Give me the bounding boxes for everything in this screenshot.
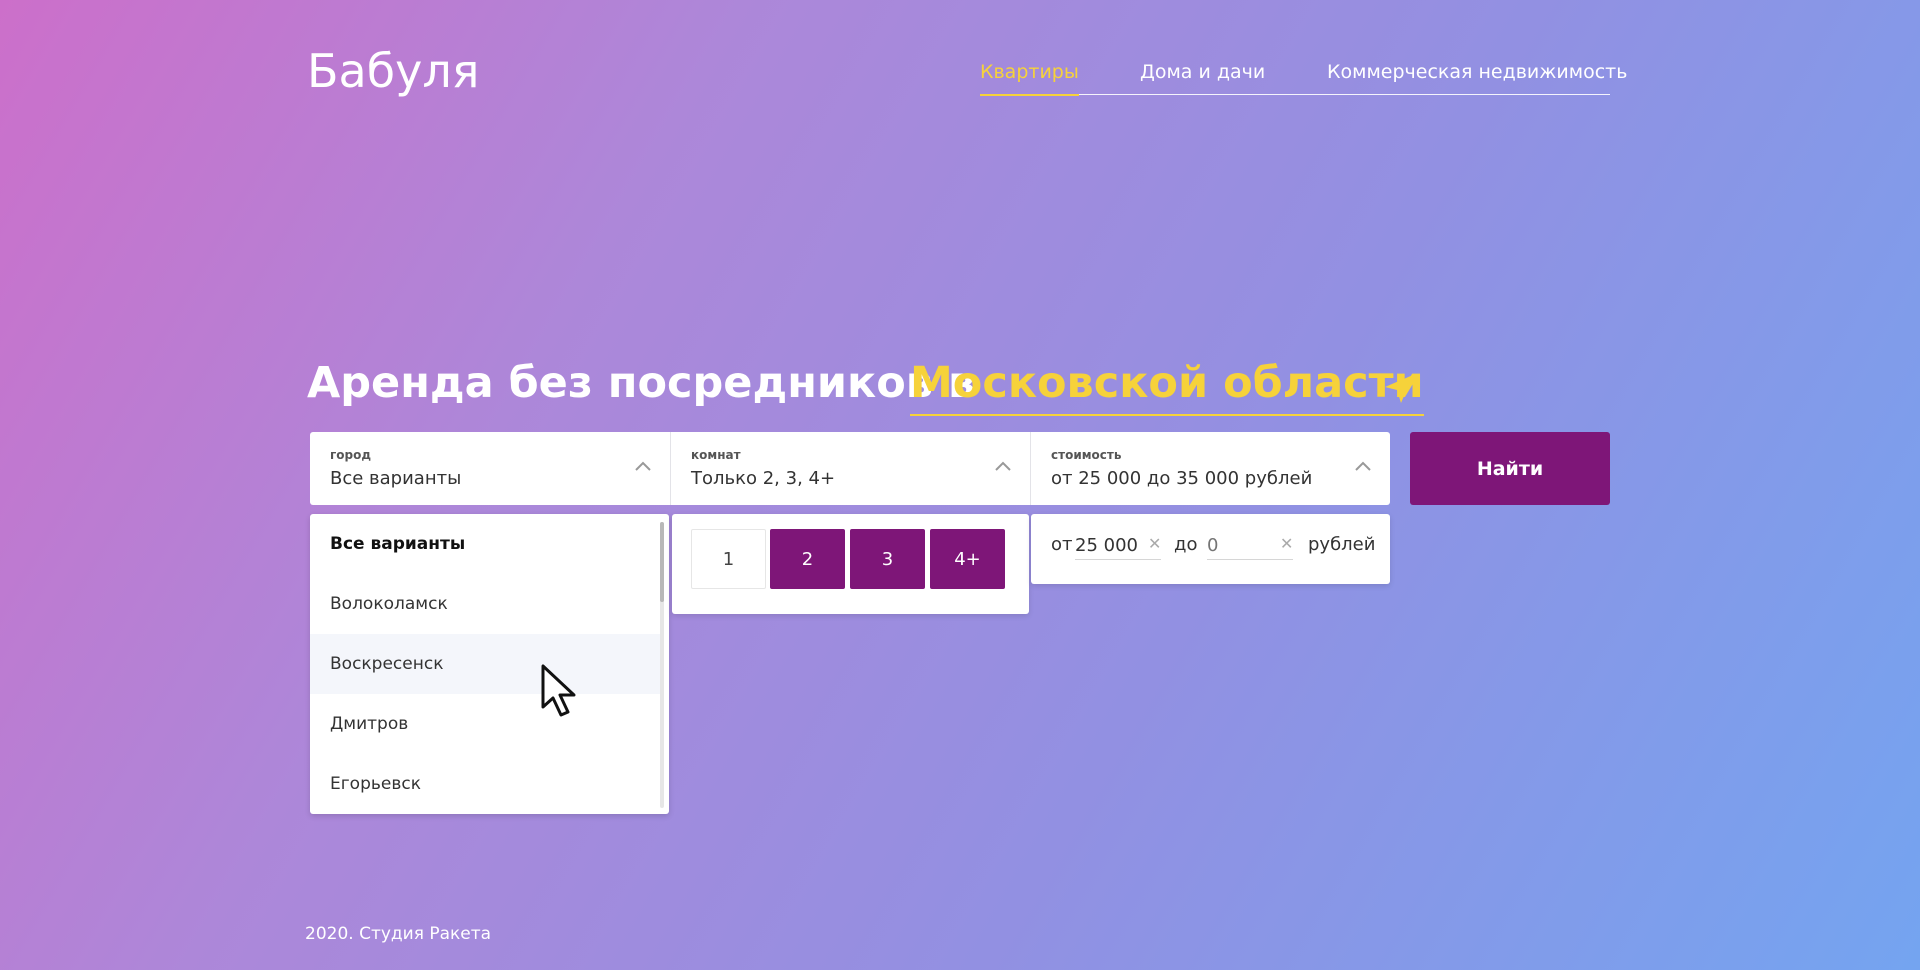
chevron-up-icon[interactable] xyxy=(634,460,652,472)
price-unit: рублей xyxy=(1308,534,1376,555)
region-selector[interactable]: Московской области xyxy=(910,358,1424,416)
dropdown-scroll-thumb[interactable] xyxy=(660,522,664,602)
price-filter[interactable]: стоимость от 25 000 до 35 000 рублей xyxy=(1031,432,1390,505)
mouse-cursor-icon xyxy=(541,664,576,717)
price-filter-value: от 25 000 до 35 000 рублей xyxy=(1051,468,1313,489)
city-option[interactable]: Воскресенск xyxy=(310,634,660,694)
rooms-filter-value: Только 2, 3, 4+ xyxy=(691,468,836,489)
headline-text: Аренда без посредников в xyxy=(307,358,976,408)
footer-copyright: 2020. Студия Ракета xyxy=(305,924,492,944)
rooms-filter-label: комнат xyxy=(691,448,741,462)
room-option-4plus[interactable]: 4+ xyxy=(930,529,1005,589)
city-option[interactable]: Волоколамск xyxy=(310,574,660,634)
location-arrow-icon[interactable] xyxy=(1382,372,1416,406)
price-to-label: до xyxy=(1174,534,1198,555)
chevron-up-icon[interactable] xyxy=(1354,460,1372,472)
city-option-all[interactable]: Все варианты xyxy=(310,514,660,574)
city-filter-label: город xyxy=(330,448,372,462)
city-option[interactable]: Егорьевск xyxy=(310,754,660,814)
search-button[interactable]: Найти xyxy=(1410,432,1610,505)
chevron-up-icon[interactable] xyxy=(994,460,1012,472)
city-dropdown: Все варианты Волоколамск Воскресенск Дми… xyxy=(310,514,669,814)
nav-apartments[interactable]: Квартиры xyxy=(980,61,1079,96)
clear-icon[interactable]: ✕ xyxy=(1148,534,1161,553)
room-option-3[interactable]: 3 xyxy=(850,529,925,589)
nav-houses[interactable]: Дома и дачи xyxy=(1140,61,1265,83)
price-panel: от ✕ до ✕ рублей xyxy=(1031,514,1390,584)
rooms-panel: 1 2 3 4+ xyxy=(672,514,1029,614)
price-filter-label: стоимость xyxy=(1051,448,1122,462)
page-headline: Аренда без посредников в Московской обла… xyxy=(307,358,1424,416)
nav-commercial[interactable]: Коммерческая недвижимость xyxy=(1327,61,1627,83)
room-option-1[interactable]: 1 xyxy=(691,529,766,589)
city-option[interactable]: Дмитров xyxy=(310,694,660,754)
city-filter-value: Все варианты xyxy=(330,468,462,489)
room-option-2[interactable]: 2 xyxy=(770,529,845,589)
rooms-filter[interactable]: комнат Только 2, 3, 4+ xyxy=(671,432,1030,505)
clear-icon[interactable]: ✕ xyxy=(1280,534,1293,553)
price-from-label: от xyxy=(1051,534,1073,555)
logo[interactable]: Бабуля xyxy=(307,44,479,98)
main-nav: Квартиры Дома и дачи Коммерческая недвиж… xyxy=(980,60,1627,96)
city-filter[interactable]: город Все варианты xyxy=(310,432,670,505)
